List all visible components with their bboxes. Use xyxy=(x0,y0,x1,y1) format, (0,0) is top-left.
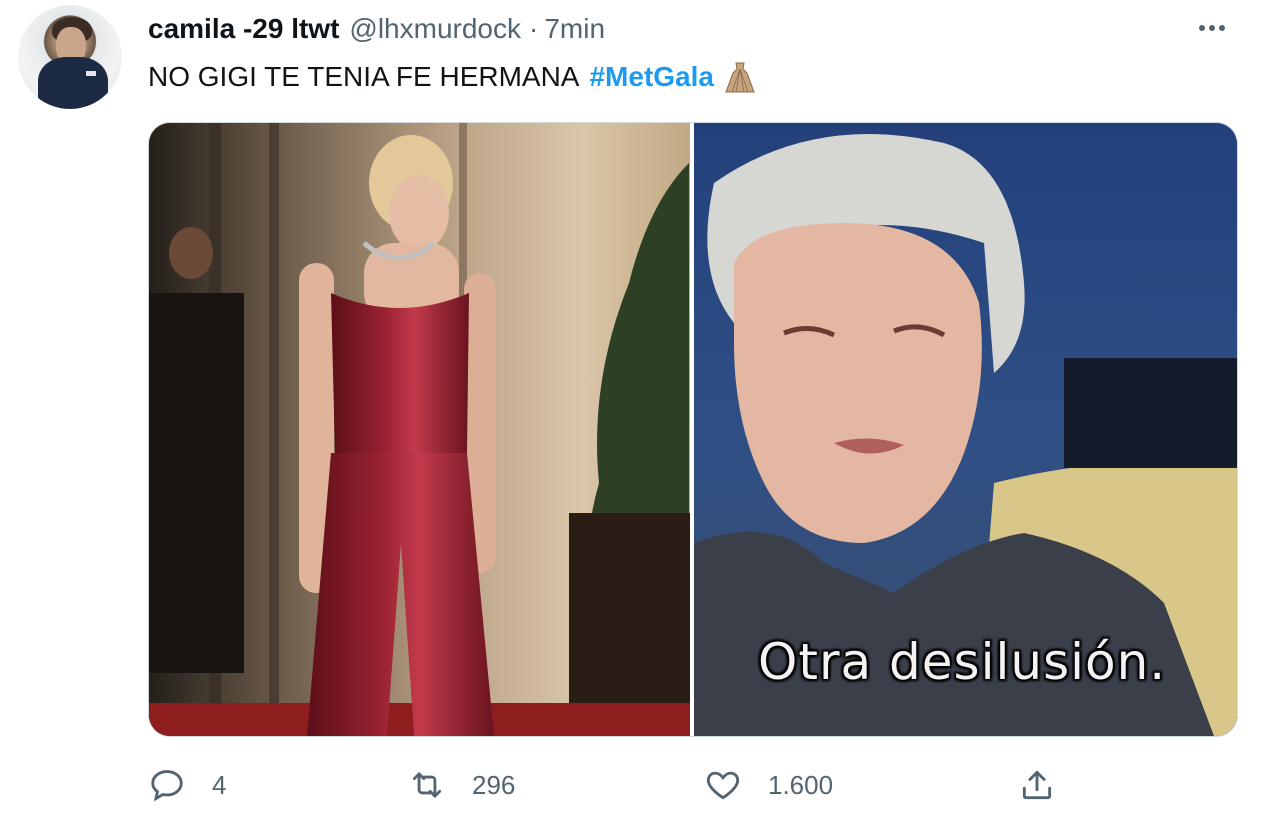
photo-red-carpet[interactable] xyxy=(149,123,690,736)
retweet-button[interactable]: 296 xyxy=(408,760,515,810)
meme-subtitle: Otra desilusión. xyxy=(757,632,1167,692)
hashtag-link[interactable]: #MetGala xyxy=(589,57,714,97)
more-dots-icon xyxy=(1209,25,1215,31)
tweet: camila -29 ltwt @lhxmurdock · 7min NO GI… xyxy=(0,0,1280,826)
tweet-header: camila -29 ltwt @lhxmurdock · 7min xyxy=(148,12,605,46)
tweet-text: NO GIGI TE TENIA FE HERMANA #MetGala xyxy=(148,57,758,97)
timestamp-link[interactable]: 7min xyxy=(544,13,605,45)
avatar[interactable] xyxy=(18,5,122,109)
more-dots-icon xyxy=(1219,25,1225,31)
like-count: 1.600 xyxy=(768,769,834,800)
photo-meme-still[interactable]: Otra desilusión. xyxy=(694,123,1237,736)
heart-icon xyxy=(706,771,740,800)
reply-button[interactable]: 4 xyxy=(148,760,226,810)
like-button[interactable]: 1.600 xyxy=(704,760,833,810)
share-icon xyxy=(1022,770,1052,800)
more-options-button[interactable] xyxy=(1192,18,1232,38)
share-button[interactable] xyxy=(1018,760,1056,810)
tweet-actions: 4 296 1.600 xyxy=(148,760,1236,810)
media-grid: Otra desilusión. xyxy=(148,122,1238,737)
reply-icon xyxy=(151,770,183,802)
more-dots-icon xyxy=(1199,25,1205,31)
avatar-jacket xyxy=(38,57,108,109)
retweet-icon xyxy=(412,772,442,798)
retweet-count: 296 xyxy=(472,769,516,800)
tweet-body: NO GIGI TE TENIA FE HERMANA xyxy=(148,61,580,92)
red-carpet-illustration xyxy=(149,123,690,736)
display-name[interactable]: camila -29 ltwt xyxy=(148,13,339,45)
reply-count: 4 xyxy=(212,769,227,800)
avatar-jacket-logo xyxy=(86,71,96,76)
user-handle[interactable]: @lhxmurdock xyxy=(349,13,521,45)
dress-emoji xyxy=(725,62,755,93)
header-separator: · xyxy=(529,13,539,44)
